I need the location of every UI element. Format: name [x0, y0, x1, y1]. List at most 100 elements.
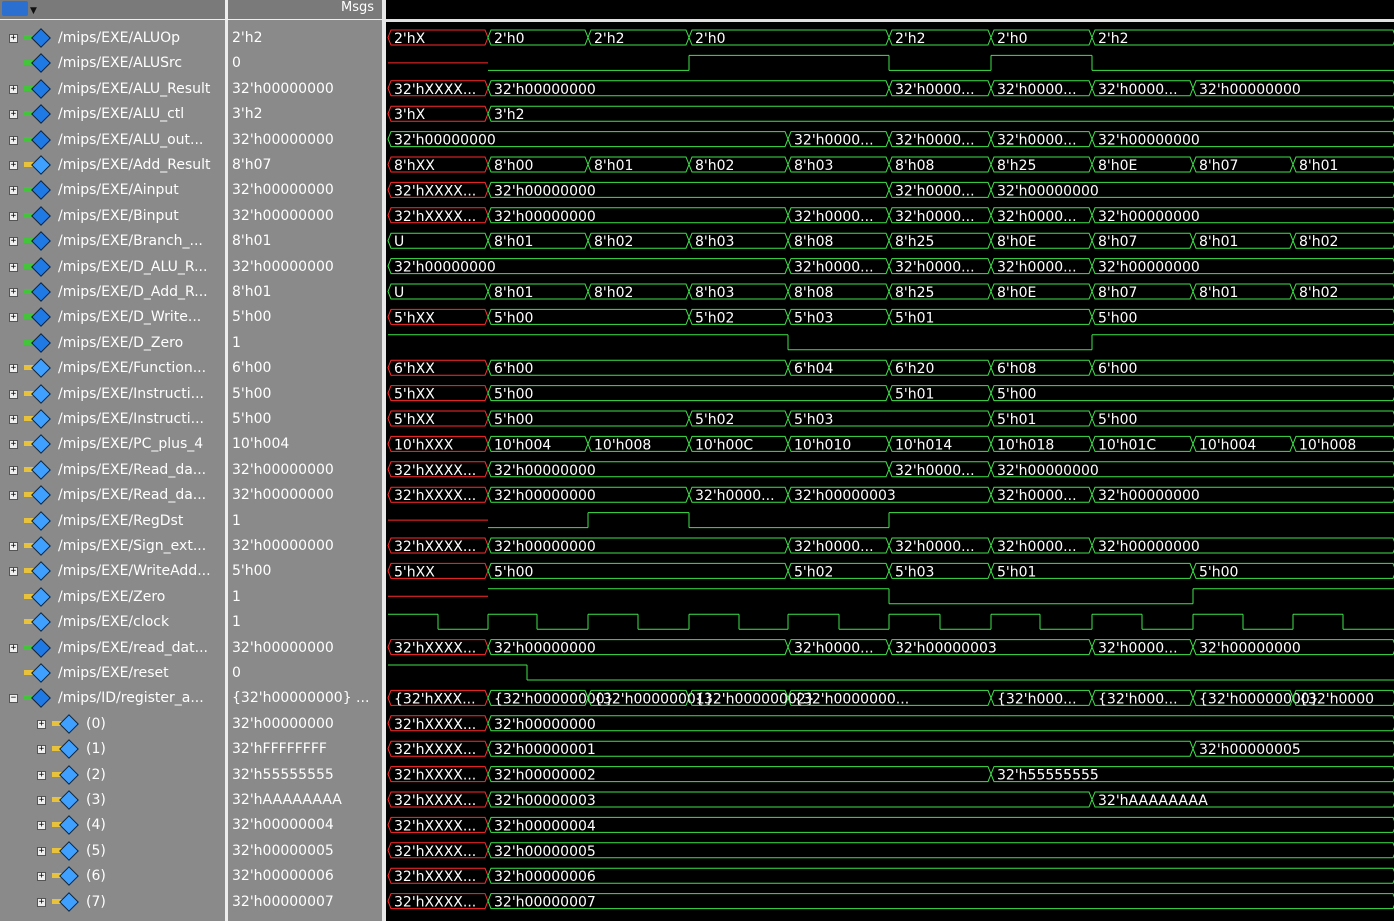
waveform-trace[interactable]: 32'h00000000 32'h0000... 32'h0000... 32'h00…	[387, 131, 1394, 149]
expand-icon[interactable]: +	[9, 237, 18, 247]
waveform-trace[interactable]	[388, 512, 1394, 529]
signal-value-row[interactable]: 32'h00000000	[228, 77, 382, 102]
signal-row[interactable]: + (3)	[0, 788, 225, 813]
expand-icon[interactable]: +	[9, 110, 18, 120]
signal-value-row[interactable]: 32'h00000000	[228, 534, 382, 559]
signal-value-row[interactable]: 5'h00	[228, 305, 382, 330]
signal-value-row[interactable]: 32'h00000007	[228, 890, 382, 915]
signal-value-row[interactable]: 1	[228, 509, 382, 534]
signal-value-row[interactable]: 2'h2	[228, 26, 382, 51]
waveform-trace[interactable]: 32'hXXXX... 32'h00000000 32'h0000... 32'h00…	[387, 639, 1394, 657]
expand-icon[interactable]: +	[9, 415, 18, 424]
signal-value-row[interactable]: 3'h2	[228, 102, 382, 127]
signal-row[interactable]: + /mips/EXE/Instructi...	[0, 407, 225, 432]
expand-icon[interactable]: +	[37, 770, 46, 780]
waveform-trace[interactable]: 5'hXX 5'h00 5'h01 5'h00	[387, 385, 1394, 403]
waveform-trace[interactable]: 5'hXX 5'h00 5'h02 5'h03 5'h01 5'h00	[387, 308, 1394, 326]
waveform-trace[interactable]	[388, 664, 1394, 681]
signal-row[interactable]: + /mips/EXE/ALU_Result	[0, 77, 225, 102]
expand-icon[interactable]: +	[9, 288, 18, 297]
waveform-trace[interactable]: U 8'h01 8'h02 8'h03 8'h08 8'h25 8'h0E 8'h07 8'h0…	[387, 232, 1394, 250]
expand-icon[interactable]: +	[9, 135, 18, 145]
signal-value-row[interactable]: 32'h55555555	[228, 763, 382, 788]
expand-icon[interactable]: +	[37, 796, 46, 805]
waveform-trace[interactable]: 32'hXXXX... 32'h00000000 32'h0000... 32'h00…	[387, 80, 1394, 98]
waveform-trace[interactable]: 32'hXXXX... 32'h00000002 32'h55555555	[387, 766, 1394, 784]
signal-value-row[interactable]: 5'h00	[228, 559, 382, 584]
signal-row[interactable]: + /mips/EXE/Add_Result	[0, 153, 225, 178]
signal-row[interactable]: /mips/EXE/ALUSrc	[0, 51, 225, 76]
signal-row[interactable]: /mips/EXE/D_Zero	[0, 331, 225, 356]
signal-row[interactable]: + /mips/EXE/Binput	[0, 204, 225, 229]
signal-value-row[interactable]: 32'hAAAAAAAA	[228, 788, 382, 813]
collapse-icon[interactable]: −	[9, 694, 18, 704]
signal-row[interactable]: /mips/EXE/Zero	[0, 585, 225, 610]
signal-value-row[interactable]: 10'h004	[228, 432, 382, 457]
waveform-trace[interactable]: 5'hXX 5'h00 5'h02 5'h03 5'h01 5'h00	[387, 562, 1394, 580]
signal-value-row[interactable]: 5'h00	[228, 382, 382, 407]
signal-row[interactable]: + /mips/EXE/read_dat...	[0, 636, 225, 661]
waveform-trace[interactable]: 32'hXXXX... 32'h00000000 32'h0000... 32'h00…	[387, 537, 1394, 555]
signal-row[interactable]: + (1)	[0, 737, 225, 762]
waveform-trace[interactable]	[388, 613, 1394, 630]
signal-row[interactable]: + /mips/EXE/WriteAdd...	[0, 559, 225, 584]
waveform-trace[interactable]: 6'hXX 6'h00 6'h04 6'h20 6'h08 6'h00	[387, 359, 1394, 377]
signal-values-pane[interactable]: Msgs 2'h2 0 32'h00000000 3'h2 32'h00000000 8'…	[225, 0, 382, 921]
signal-row[interactable]: − /mips/ID/register_a...	[0, 686, 225, 711]
signal-row[interactable]: + /mips/EXE/PC_plus_4	[0, 432, 225, 457]
expand-icon[interactable]: +	[9, 262, 18, 272]
signal-value-row[interactable]: 1	[228, 610, 382, 635]
signal-value-row[interactable]: 1	[228, 585, 382, 610]
chevron-down-icon[interactable]: ▼	[30, 6, 37, 16]
signal-row[interactable]: + (5)	[0, 839, 225, 864]
signal-value-row[interactable]: 32'h00000006	[228, 864, 382, 889]
expand-icon[interactable]: +	[37, 745, 46, 755]
signal-value-row[interactable]: 32'h00000000	[228, 483, 382, 508]
signal-value-row[interactable]: 8'h01	[228, 229, 382, 254]
signal-row[interactable]: + /mips/EXE/Read_da...	[0, 458, 225, 483]
signal-row[interactable]: /mips/EXE/clock	[0, 610, 225, 635]
signal-row[interactable]: /mips/EXE/reset	[0, 661, 225, 686]
waveform-pane[interactable]: 2'hX 2'h0 2'h2 2'h0 2'h2 2'h0 2'h2 32'hXXXX... 3…	[382, 0, 1394, 921]
signal-row[interactable]: + /mips/EXE/D_Write...	[0, 305, 225, 330]
waveform-trace[interactable]: 10'hXXX 10'h004 10'h008 10'h00C 10'h010 10'h0…	[387, 435, 1394, 453]
signal-value-row[interactable]: 6'h00	[228, 356, 382, 381]
waveform-trace[interactable]: 32'hXXXX... 32'h00000000 32'h0000... 32'h00…	[387, 207, 1394, 225]
signal-row[interactable]: + (4)	[0, 813, 225, 838]
signal-value-row[interactable]: 32'h00000000	[228, 712, 382, 737]
waveform-trace[interactable]: 32'hXXXX... 32'h00000000 32'h0000... 32'h00…	[387, 486, 1394, 504]
signal-row[interactable]: + /mips/EXE/D_ALU_R...	[0, 255, 225, 280]
signal-value-row[interactable]: 0	[228, 51, 382, 76]
expand-icon[interactable]: +	[9, 542, 18, 551]
expand-icon[interactable]: +	[37, 719, 46, 729]
expand-icon[interactable]: +	[9, 440, 18, 450]
expand-icon[interactable]: +	[9, 643, 18, 653]
waveform-trace[interactable]	[388, 334, 1394, 351]
waveform-trace[interactable]: 32'hXXXX... 32'h00000000 32'h0000... 32'h00…	[387, 181, 1394, 199]
waveform-trace[interactable]: 3'hX 3'h2	[387, 105, 1394, 123]
signal-row[interactable]: + /mips/EXE/ALU_ctl	[0, 102, 225, 127]
waveform-trace[interactable]: 32'hXXXX... 32'h00000005	[387, 842, 1394, 860]
signal-value-row[interactable]: 32'hFFFFFFFF	[228, 737, 382, 762]
waveform-trace[interactable]	[388, 54, 1394, 71]
signal-value-row[interactable]: 32'h00000000	[228, 636, 382, 661]
waveform-trace[interactable]: 32'hXXXX... 32'h00000003 32'hAAAAAAAA	[387, 791, 1394, 809]
signal-value-row[interactable]: {32'h00000000} ...	[228, 686, 382, 711]
signal-row[interactable]: + (2)	[0, 763, 225, 788]
expand-icon[interactable]: +	[9, 491, 18, 501]
waveform-trace[interactable]: 32'hXXXX... 32'h00000000 32'h0000... 32'h00…	[387, 461, 1394, 479]
signal-row[interactable]: + (7)	[0, 890, 225, 915]
expand-icon[interactable]: +	[9, 567, 18, 577]
signal-row[interactable]: + /mips/EXE/Ainput	[0, 178, 225, 203]
waveform-trace[interactable]: 32'hXXXX... 32'h00000000	[387, 715, 1394, 733]
signal-value-row[interactable]: 32'h00000000	[228, 204, 382, 229]
signal-value-row[interactable]: 32'h00000004	[228, 813, 382, 838]
expand-icon[interactable]: +	[37, 821, 46, 831]
expand-icon[interactable]: +	[9, 313, 18, 323]
signal-row[interactable]: + (0)	[0, 712, 225, 737]
waveform-trace[interactable]: {32'hXXX... {32'h00000000}{32'h00000001}{…	[387, 689, 1394, 707]
signal-value-row[interactable]: 32'h00000000	[228, 128, 382, 153]
expand-icon[interactable]: +	[9, 84, 18, 94]
waveform-trace[interactable]: 32'hXXXX... 32'h00000007	[387, 893, 1394, 911]
waveform-trace[interactable]: 5'hXX 5'h00 5'h02 5'h03 5'h01 5'h00	[387, 410, 1394, 428]
